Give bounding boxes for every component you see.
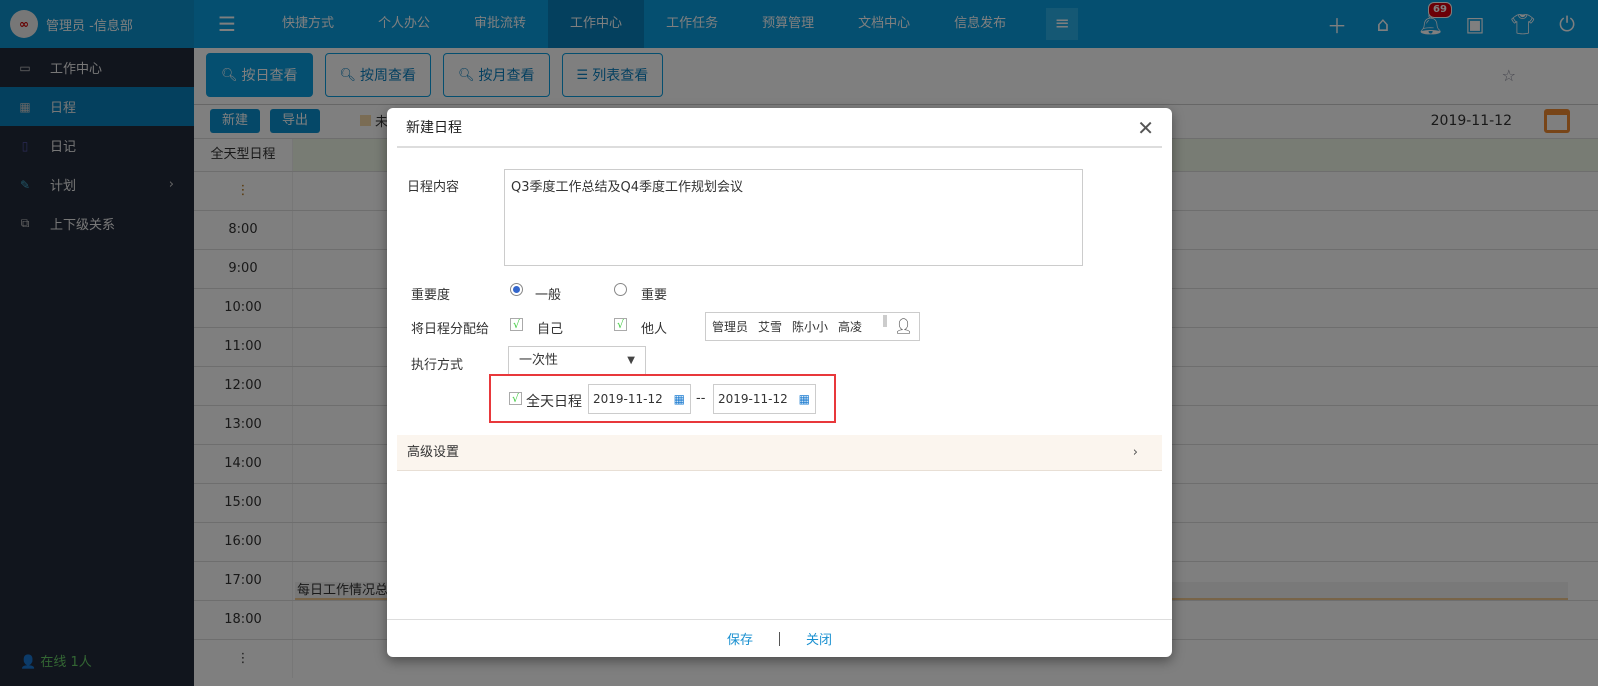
assign-others-checkbox[interactable]: √ [614, 318, 627, 331]
assignees-field[interactable]: 管理员 艾雪 陈小小 高凌 👤︎ [705, 312, 920, 341]
close-icon[interactable]: ✕ [1137, 116, 1154, 140]
add-user-icon[interactable]: 👤︎ [894, 317, 913, 335]
content-label: 日程内容 [407, 180, 460, 195]
calendar-icon[interactable]: ▦ [674, 385, 685, 413]
checkbox-label: 自己 [537, 322, 564, 337]
close-button[interactable]: 关闭 [806, 629, 832, 648]
scrollbar[interactable] [883, 315, 887, 327]
assignee: 管理员 [712, 320, 749, 334]
checkbox-label: 他人 [641, 322, 668, 337]
importance-high-radio[interactable] [614, 283, 627, 296]
chevron-right-icon: › [1132, 445, 1138, 460]
divider [779, 631, 780, 646]
assignee: 艾雪 [758, 320, 783, 334]
importance-label: 重要度 [411, 288, 451, 303]
importance-normal-radio[interactable] [510, 283, 523, 296]
exec-label: 执行方式 [411, 358, 464, 373]
end-date-input[interactable]: 2019-11-12 ▦ [713, 384, 816, 414]
date-value: 2019-11-12 [718, 392, 788, 406]
start-date-input[interactable]: 2019-11-12 ▦ [588, 384, 691, 414]
assign-self-checkbox[interactable]: √ [510, 318, 523, 331]
advanced-settings[interactable]: 高级设置 › [397, 435, 1162, 471]
assignee: 陈小小 [792, 320, 829, 334]
exec-mode-select[interactable]: 一次性 ▼ [508, 346, 646, 375]
select-value: 一次性 [519, 353, 559, 368]
dialog-title: 新建日程 [406, 120, 462, 136]
allday-label: 全天日程 [526, 394, 582, 410]
assign-label: 将日程分配给 [411, 322, 490, 337]
calendar-icon[interactable]: ▦ [799, 385, 810, 413]
allday-checkbox[interactable]: √ [509, 392, 522, 405]
assignee: 高凌 [838, 320, 863, 334]
caret-down-icon: ▼ [627, 355, 635, 366]
radio-label: 一般 [535, 288, 562, 303]
date-value: 2019-11-12 [593, 392, 663, 406]
radio-label: 重要 [641, 288, 668, 303]
save-button[interactable]: 保存 [727, 629, 753, 648]
date-separator: -- [696, 391, 706, 406]
new-schedule-dialog: 新建日程 ✕ 日程内容 Q3季度工作总结及Q4季度工作规划会议 重要度 一般 重… [387, 108, 1172, 657]
advanced-label: 高级设置 [407, 445, 460, 460]
content-textarea[interactable]: Q3季度工作总结及Q4季度工作规划会议 [504, 169, 1083, 266]
